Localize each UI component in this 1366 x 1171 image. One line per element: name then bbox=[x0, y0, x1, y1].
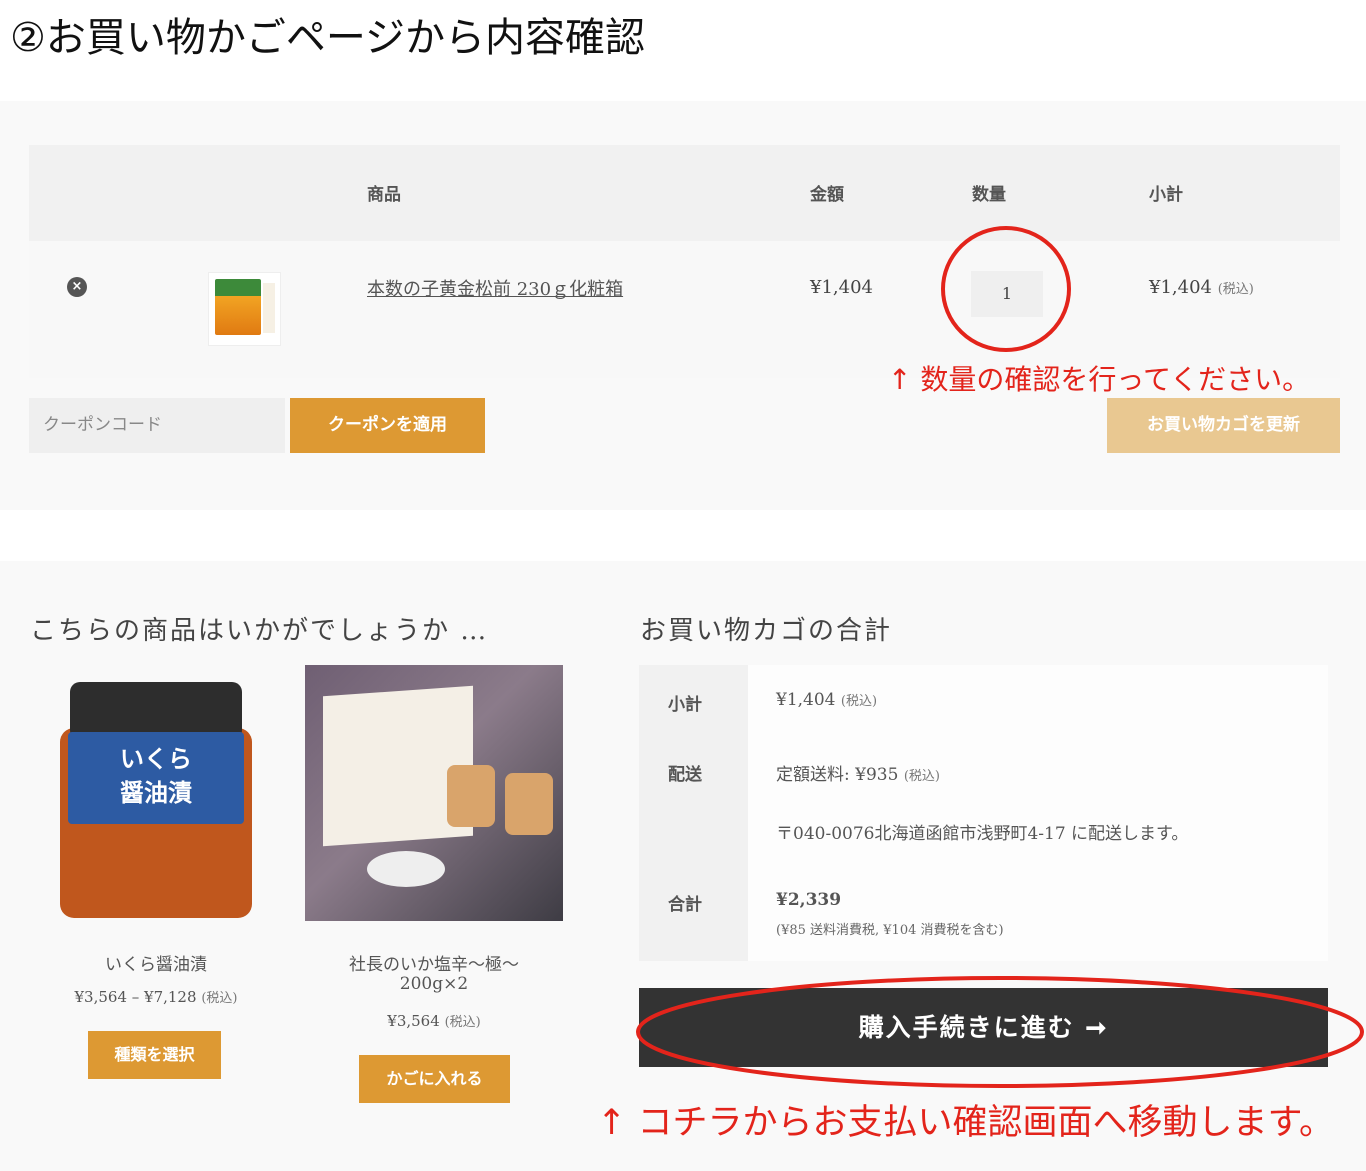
checkout-note: ↑ コチラからお支払い確認画面へ移動します。 bbox=[597, 1103, 1334, 1143]
checkout-highlight-ellipse bbox=[636, 976, 1364, 1088]
quantity-highlight-circle bbox=[941, 226, 1071, 352]
quantity-note: ↑ 数量の確認を行ってください。 bbox=[888, 363, 1311, 396]
annotation-overlay bbox=[636, 226, 1364, 1088]
